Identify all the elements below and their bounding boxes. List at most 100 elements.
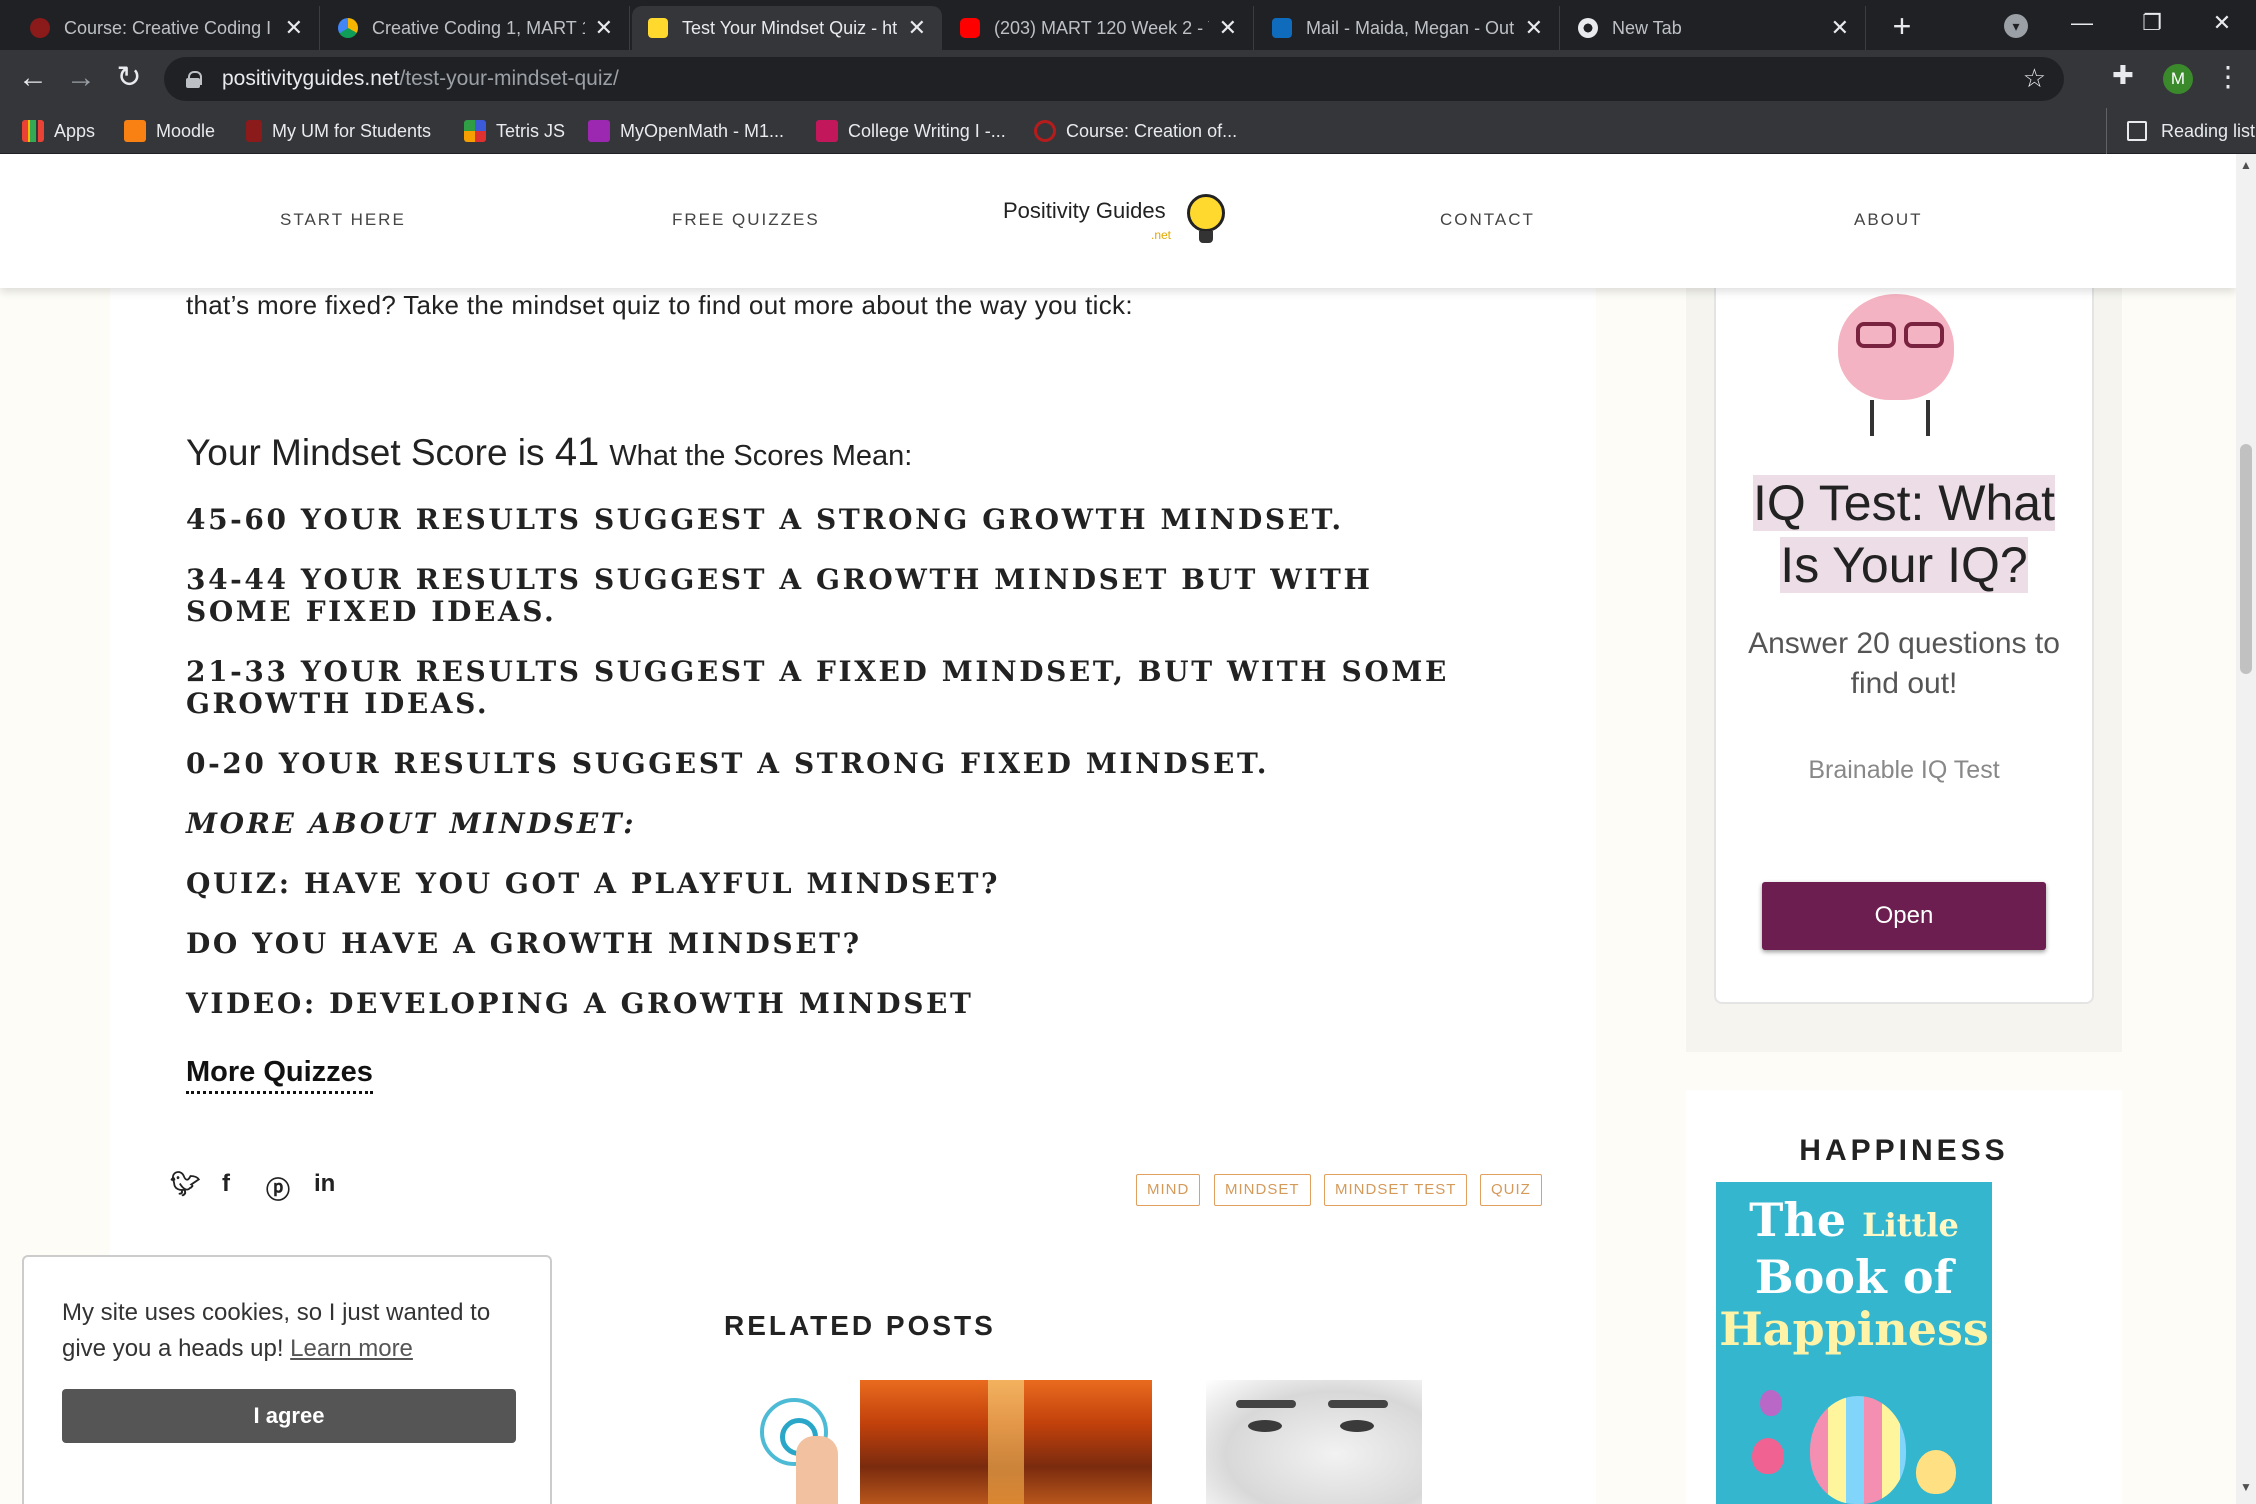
- bookmarks-bar: Apps Moodle My UM for Students Tetris JS…: [0, 108, 2256, 154]
- related-posts-heading: RELATED POSTS: [724, 1310, 996, 1341]
- bookmark-star-icon[interactable]: ☆: [2023, 63, 2046, 94]
- bookmark-apps[interactable]: Apps: [22, 108, 95, 154]
- ad-open-button[interactable]: Open: [1762, 882, 2046, 950]
- book-title-book-of: Book of: [1754, 1250, 1954, 1304]
- bookmark-tetris[interactable]: Tetris JS: [464, 108, 565, 154]
- small-balloon-icon: [1752, 1438, 1784, 1474]
- tag-mindset[interactable]: MINDSET: [1214, 1174, 1311, 1206]
- ad-title[interactable]: IQ Test: What Is Your IQ?: [1714, 472, 2094, 596]
- college-writing-icon: [816, 120, 838, 142]
- drive-favicon-icon: [338, 18, 358, 38]
- tab-title: (203) MART 120 Week 2 - Y: [994, 17, 1209, 38]
- nav-start-here[interactable]: START HERE: [280, 210, 406, 230]
- face-brow-right: [1328, 1400, 1388, 1408]
- bookmark-my-um[interactable]: My UM for Students: [246, 108, 431, 154]
- browser-menu-icon[interactable]: ⋮: [2214, 60, 2242, 93]
- tab-title: Course: Creative Coding I (: [64, 17, 275, 38]
- logo-suffix: .net: [1151, 228, 1172, 242]
- forward-arrow-icon[interactable]: →: [62, 60, 100, 98]
- tab-course-creative-coding[interactable]: Course: Creative Coding I ( ✕: [14, 6, 320, 50]
- tetris-icon: [464, 120, 486, 142]
- score-range-0-20: 0-20 YOUR RESULTS SUGGEST A STRONG FIXED…: [186, 747, 1270, 780]
- book-title-little: Little: [1862, 1206, 1959, 1244]
- back-arrow-icon[interactable]: ←: [14, 60, 52, 98]
- bookmark-label: Tetris JS: [496, 120, 566, 141]
- nav-about[interactable]: ABOUT: [1854, 210, 1923, 230]
- web-page: START HERE FREE QUIZZES Positivity Guide…: [0, 154, 2236, 1504]
- tag-mind[interactable]: MIND: [1136, 1174, 1201, 1206]
- restore-window-icon[interactable]: ❐: [2122, 0, 2182, 50]
- new-tab-plus-icon[interactable]: +: [1884, 8, 1920, 44]
- close-tab-icon[interactable]: ✕: [285, 15, 303, 41]
- mascot-legs-illustration: [1870, 400, 1930, 436]
- page-scrollbar[interactable]: ▲ ▼: [2236, 154, 2256, 1504]
- book-cover-title: The Little Book of Happiness: [1716, 1194, 1992, 1355]
- hot-air-balloon-icon: [1810, 1396, 1906, 1504]
- scrollbar-thumb[interactable]: [2240, 444, 2252, 674]
- cookie-text: My site uses cookies, so I just wanted t…: [62, 1299, 491, 1362]
- reading-list-button[interactable]: Reading list: [2106, 108, 2255, 154]
- bookmark-college-writing[interactable]: College Writing I -...: [816, 108, 1006, 154]
- logo-text: Positivity Guides: [1003, 198, 1166, 223]
- twitter-icon[interactable]: 🐦︎: [170, 1170, 200, 1199]
- power-icon: [1034, 120, 1056, 142]
- extensions-puzzle-icon[interactable]: ✚: [2112, 60, 2134, 91]
- reload-icon[interactable]: ↻: [110, 60, 148, 98]
- profile-avatar[interactable]: M: [2163, 64, 2193, 94]
- outlook-favicon-icon: [1272, 18, 1292, 38]
- bookmark-myopenmath[interactable]: MyOpenMath - M1...: [588, 108, 784, 154]
- more-quizzes-link[interactable]: More Quizzes: [186, 1056, 373, 1094]
- youtube-favicon-icon: [960, 18, 980, 38]
- lightbulb-base-icon: [1199, 231, 1213, 243]
- site-navigation: START HERE FREE QUIZZES Positivity Guide…: [0, 154, 2236, 288]
- nav-free-quizzes[interactable]: FREE QUIZZES: [672, 210, 820, 230]
- facebook-icon[interactable]: f: [222, 1170, 230, 1198]
- related-post-thumbnail-face[interactable]: [1206, 1380, 1422, 1504]
- small-balloon-icon: [1916, 1450, 1956, 1494]
- link-playful-mindset-quiz[interactable]: QUIZ: HAVE YOU GOT A PLAYFUL MINDSET?: [186, 868, 1486, 900]
- lock-icon[interactable]: [186, 71, 202, 88]
- tab-search-dropdown-icon[interactable]: ▾: [2004, 14, 2028, 38]
- bookmark-label: Moodle: [156, 120, 216, 141]
- bookmark-course-creation[interactable]: Course: Creation of...: [1034, 108, 1237, 154]
- tab-youtube[interactable]: (203) MART 120 Week 2 - Y ✕: [944, 6, 1254, 50]
- i-agree-button[interactable]: I agree: [62, 1389, 516, 1443]
- linkedin-icon[interactable]: in: [314, 1170, 335, 1198]
- browser-tab-bar: Course: Creative Coding I ( ✕ Creative C…: [0, 0, 2256, 50]
- link-growth-mindset-video[interactable]: VIDEO: DEVELOPING A GROWTH MINDSET: [186, 988, 1486, 1020]
- link-growth-mindset-quiz[interactable]: DO YOU HAVE A GROWTH MINDSET?: [186, 928, 1486, 960]
- ad-title-line-1: IQ Test: What: [1753, 475, 2055, 531]
- ad-brand: Brainable IQ Test: [1808, 756, 2000, 784]
- tab-new-tab[interactable]: New Tab ✕: [1562, 6, 1866, 50]
- close-tab-icon[interactable]: ✕: [908, 15, 926, 41]
- pinterest-icon[interactable]: ⓟ: [266, 1170, 290, 1205]
- nav-contact[interactable]: CONTACT: [1440, 210, 1535, 230]
- minimize-icon[interactable]: —: [2052, 0, 2112, 50]
- learn-more-link[interactable]: Learn more: [290, 1335, 413, 1362]
- moodle-icon: [124, 120, 146, 142]
- close-tab-icon[interactable]: ✕: [595, 15, 613, 41]
- tag-mindset-test[interactable]: MINDSET TEST: [1324, 1174, 1468, 1206]
- glasses-illustration: [1852, 322, 1948, 352]
- tab-mindset-quiz[interactable]: Test Your Mindset Quiz - ht ✕: [632, 6, 942, 50]
- intro-text: that’s more fixed? Take the mindset quiz…: [186, 290, 1133, 320]
- tab-creative-coding-drive[interactable]: Creative Coding 1, MART 1 ✕: [322, 6, 630, 50]
- tab-title: Creative Coding 1, MART 1: [372, 17, 585, 38]
- bookmark-moodle[interactable]: Moodle: [124, 108, 215, 154]
- tab-outlook-mail[interactable]: Mail - Maida, Megan - Outl ✕: [1256, 6, 1560, 50]
- face-eye-right: [1340, 1420, 1374, 1432]
- score-label: Your Mindset Score is: [186, 432, 555, 473]
- address-bar[interactable]: positivityguides.net /test-your-mindset-…: [164, 57, 2064, 101]
- face-eye-left: [1248, 1420, 1282, 1432]
- related-post-thumbnail-autumn[interactable]: [860, 1380, 1152, 1504]
- score-range-34-44: 34-44 YOUR RESULTS SUGGEST A GROWTH MIND…: [186, 563, 1373, 628]
- scroll-down-arrow-icon[interactable]: ▼: [2240, 1480, 2252, 1494]
- close-window-icon[interactable]: ✕: [2192, 0, 2252, 50]
- tag-quiz[interactable]: QUIZ: [1480, 1174, 1542, 1206]
- scroll-up-arrow-icon[interactable]: ▲: [2240, 158, 2252, 172]
- close-tab-icon[interactable]: ✕: [1219, 15, 1237, 41]
- close-tab-icon[interactable]: ✕: [1525, 15, 1543, 41]
- score-line: Your Mindset Score is 41 What the Scores …: [186, 430, 912, 475]
- close-tab-icon[interactable]: ✕: [1831, 15, 1849, 41]
- happiness-heading: HAPPINESS: [1799, 1134, 2009, 1167]
